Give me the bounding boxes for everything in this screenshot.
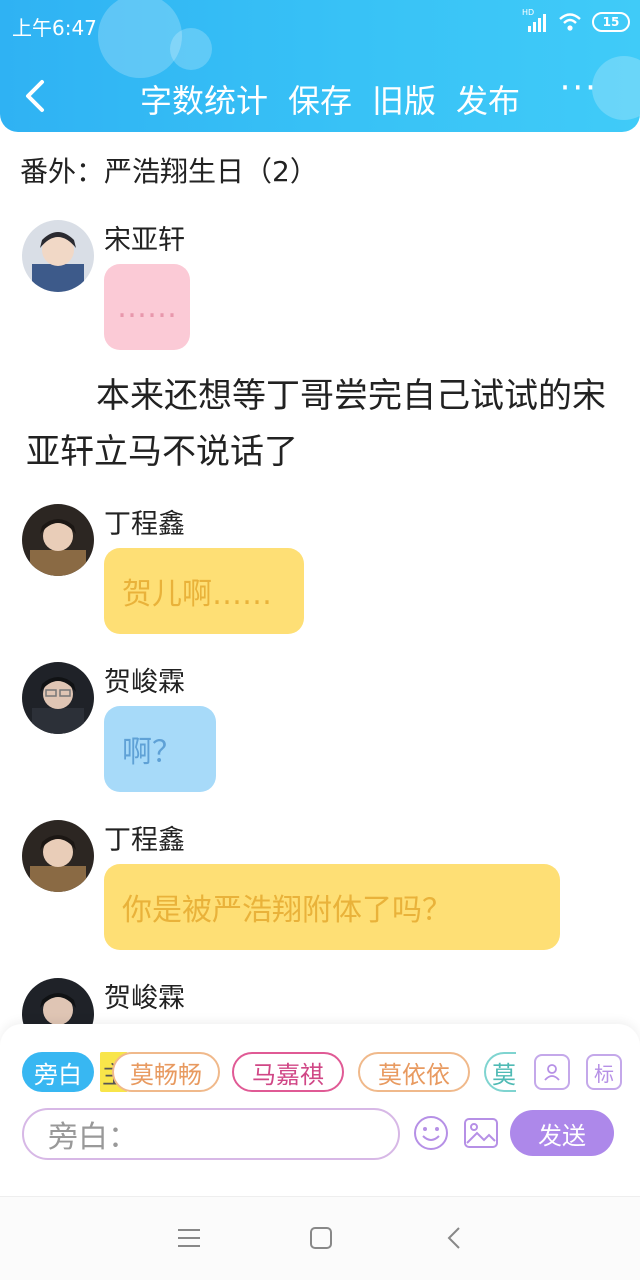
composer-panel: 旁白 主 莫畅畅 马嘉祺 莫依依 莫 标 旁白： 发送 [0,1024,640,1196]
network-label: HD [522,8,535,17]
status-bar: 上午6:47 HD 15 [0,0,640,48]
publish-button[interactable]: 发布 [456,76,520,122]
back-icon[interactable] [440,1223,470,1253]
chevron-left-icon [26,80,44,112]
wifi-icon [558,12,582,32]
speaker-name: 贺峻霖 [104,667,185,698]
word-count-button[interactable]: 字数统计 [140,76,268,122]
speaker-name: 丁程鑫 [104,509,185,540]
image-icon[interactable] [462,1114,500,1152]
chat-bubble[interactable]: …… [104,264,190,350]
role-chip[interactable]: 莫依依 [358,1052,470,1092]
tag-button[interactable]: 标 [586,1054,622,1090]
chat-bubble[interactable]: 啊？ [104,706,216,792]
menu-icon[interactable] [174,1223,204,1253]
chat-bubble[interactable]: 你是被严浩翔附体了吗？ [104,864,560,950]
speaker-name: 丁程鑫 [104,825,185,856]
add-contact-icon[interactable] [534,1054,570,1090]
speaker-name: 贺峻霖 [104,983,185,1014]
status-icons: HD 15 [522,8,630,32]
emoji-icon[interactable] [412,1114,450,1152]
send-button[interactable]: 发送 [510,1110,614,1156]
narration-text[interactable]: 本来还想等丁哥尝完自己试试的宋亚轩立马不说话了 [26,368,606,480]
speaker-name: 宋亚轩 [104,225,185,256]
chapter-title: 番外：严浩翔生日（2） [20,155,318,188]
role-chip[interactable]: 莫畅畅 [112,1052,220,1092]
message-input[interactable]: 旁白： [22,1108,400,1160]
avatar[interactable] [22,504,94,576]
chat-bubble[interactable]: 贺儿啊…… [104,548,304,634]
battery-level: 15 [602,15,620,29]
old-version-button[interactable]: 旧版 [372,76,436,122]
app-header: 上午6:47 HD 15 字数统计 保存 旧版 发布 ··· [0,0,640,132]
role-chip-narration[interactable]: 旁白 [22,1052,94,1092]
role-chip[interactable]: 莫 [484,1052,516,1092]
system-nav-bar [0,1196,640,1280]
avatar[interactable] [22,820,94,892]
avatar[interactable] [22,220,94,292]
signal-icon: HD [522,8,548,32]
nav-bar: 字数统计 保存 旧版 发布 ··· [0,60,640,132]
save-button[interactable]: 保存 [288,76,352,122]
more-button[interactable]: ··· [560,68,598,108]
back-button[interactable] [18,76,54,116]
role-chip[interactable]: 马嘉祺 [232,1052,344,1092]
battery-icon: 15 [592,12,630,32]
toolbar-actions: 字数统计 保存 旧版 发布 [140,76,520,122]
avatar[interactable] [22,662,94,734]
status-time: 上午6:47 [12,16,97,40]
home-icon[interactable] [306,1223,336,1253]
